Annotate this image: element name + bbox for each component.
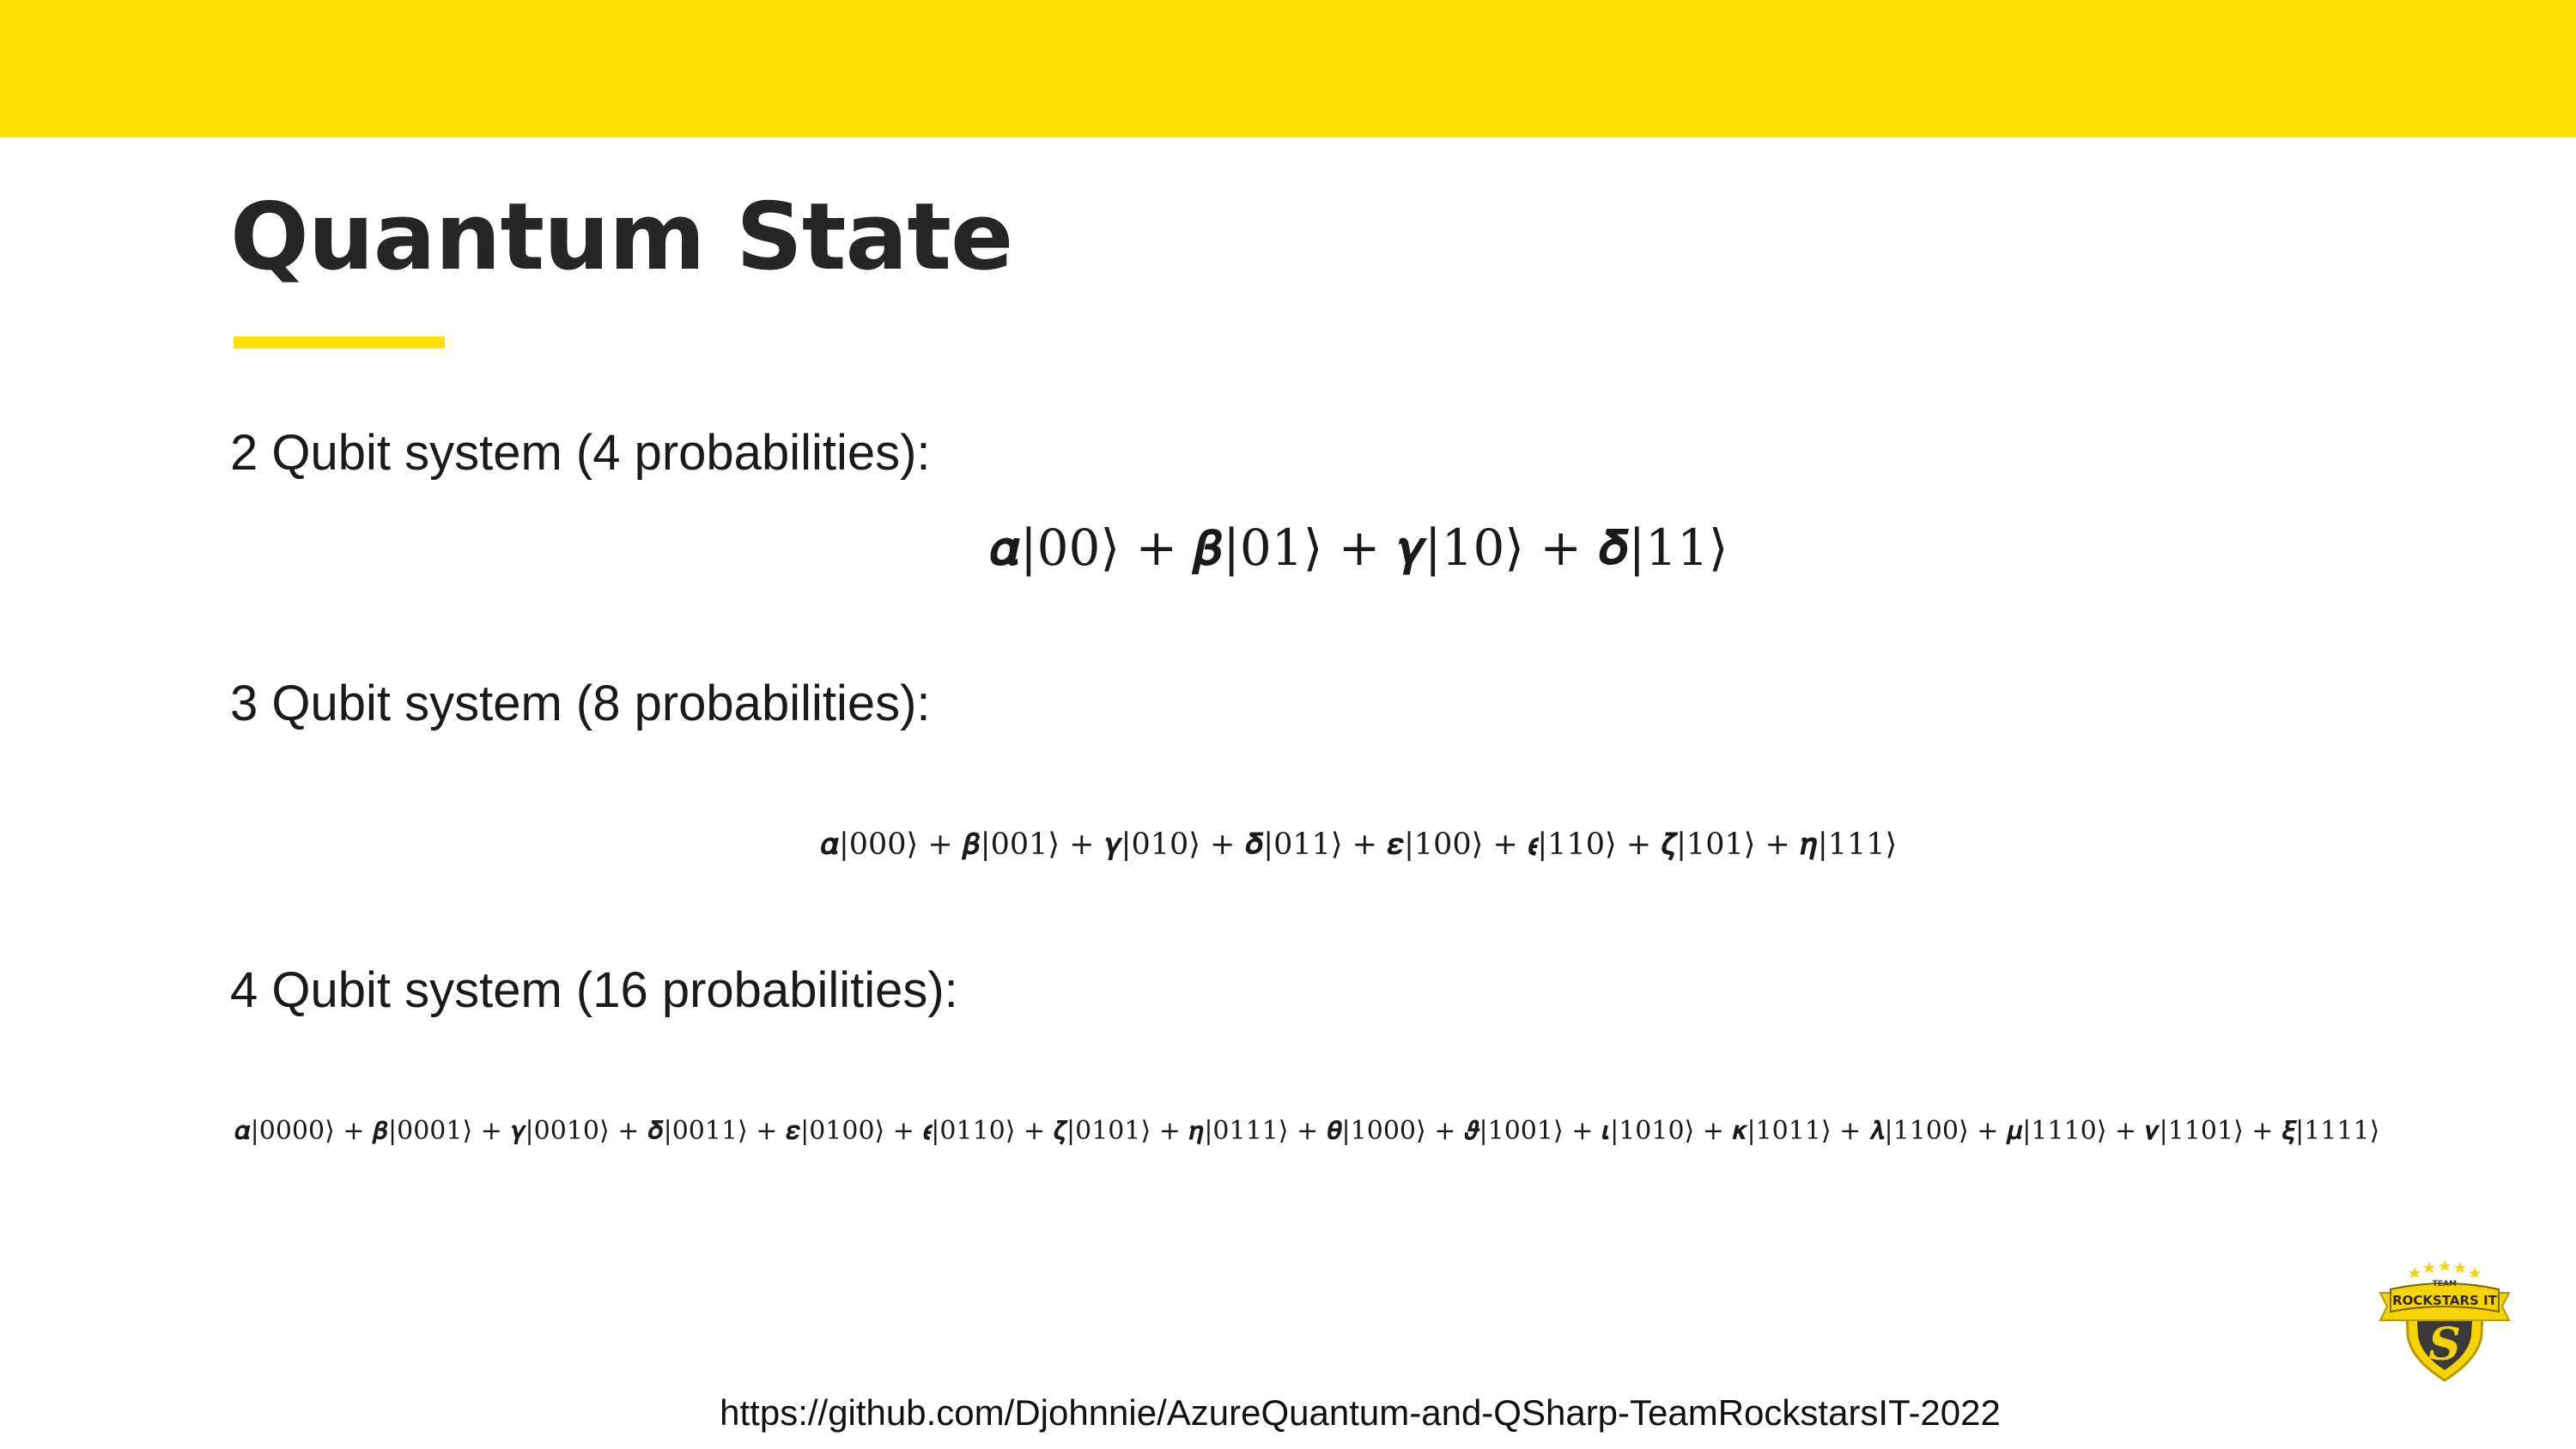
section-heading-2-qubit: 2 Qubit system (4 probabilities): [230,425,931,481]
logo-letter: S [2428,1319,2461,1371]
section-heading-3-qubit: 3 Qubit system (8 probabilities): [230,676,931,731]
title-underline [234,336,445,349]
formula-3-qubit: 𝜶|000⟩ + 𝜷|001⟩ + 𝜸|010⟩ + 𝜹|011⟩ + 𝜺|10… [819,828,1898,862]
formula-4-qubit: 𝜶|0000⟩ + 𝜷|0001⟩ + 𝜸|0010⟩ + 𝜹|0011⟩ + … [234,1116,2380,1146]
team-rockstars-logo: TEAM ROCKSTARS IT S [2379,1260,2511,1382]
slide-title: Quantum State [230,184,1013,291]
section-heading-4-qubit: 4 Qubit system (16 probabilities): [230,962,958,1018]
formula-2-qubit: 𝜶|00⟩ + 𝜷|01⟩ + 𝜸|10⟩ + 𝜹|11⟩ [988,518,1728,577]
footer-github-link[interactable]: https://github.com/Djohnnie/AzureQuantum… [0,1392,2576,1434]
logo-stars-icon [2409,1260,2481,1278]
top-accent-bar [0,0,2576,137]
logo-main-text: ROCKSTARS IT [2392,1293,2498,1308]
logo-top-text: TEAM [2433,1280,2457,1288]
